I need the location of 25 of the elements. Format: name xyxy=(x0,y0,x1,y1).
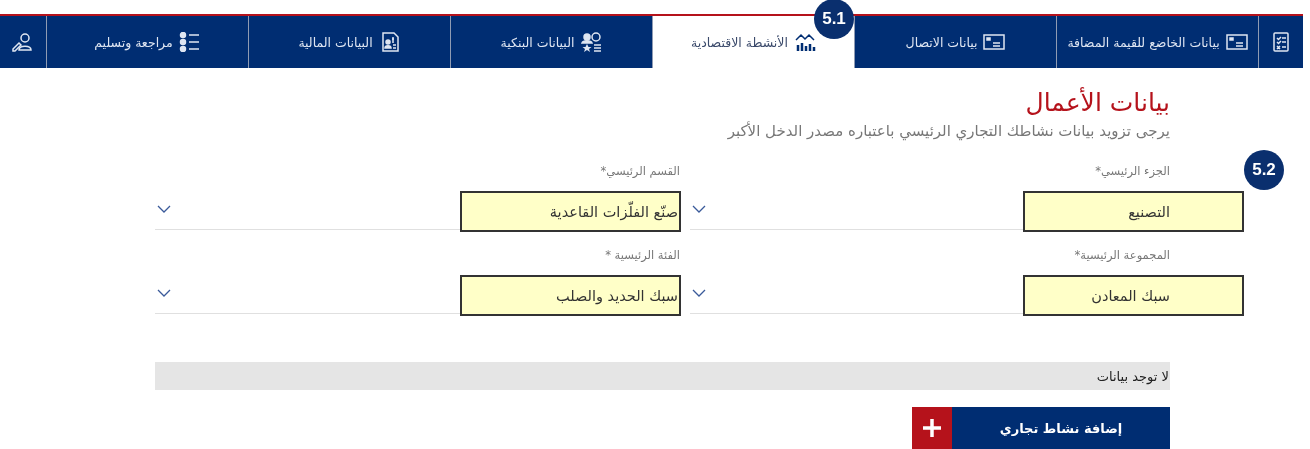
select-field[interactable]: سبك المعادن xyxy=(1023,275,1244,316)
chevron-down-icon xyxy=(692,289,706,297)
id-card-icon xyxy=(983,32,1006,52)
bar-chart-icon xyxy=(793,32,816,52)
list-icon xyxy=(178,32,201,52)
field-label: الفئة الرئيسية * xyxy=(605,248,680,262)
bank-icon xyxy=(580,32,603,52)
page-title: بيانات الأعمال xyxy=(1024,86,1170,119)
step-badge: 5.2 xyxy=(1244,150,1284,190)
chevron-down-icon xyxy=(692,205,706,213)
field-label: المجموعة الرئيسية* xyxy=(1074,248,1170,262)
checklist-icon xyxy=(1270,32,1292,52)
user-edit-icon xyxy=(12,32,34,52)
chevron-down-icon xyxy=(157,289,171,297)
chevron-down-icon xyxy=(157,205,171,213)
field-label: القسم الرئيسي* xyxy=(600,164,680,178)
empty-message: لا توجد بيانات xyxy=(1096,368,1170,384)
select-field[interactable]: صنّع الفلّزات القاعدية xyxy=(460,191,681,232)
page-subtitle: يرجى تزويد بيانات نشاطك التجاري الرئيسي باعتباره مصدر الدخل الأكبر xyxy=(726,122,1170,140)
field-label: الجزء الرئيسي* xyxy=(1095,164,1170,178)
id-card-icon xyxy=(1225,32,1248,52)
select-field[interactable]: التصنيع xyxy=(1023,191,1244,232)
select-field[interactable]: سبك الحديد والصلب xyxy=(460,275,681,316)
add-activity-button[interactable]: إضافة نشاط تجاري xyxy=(912,407,1170,449)
step-badge: 5.1 xyxy=(814,0,854,39)
